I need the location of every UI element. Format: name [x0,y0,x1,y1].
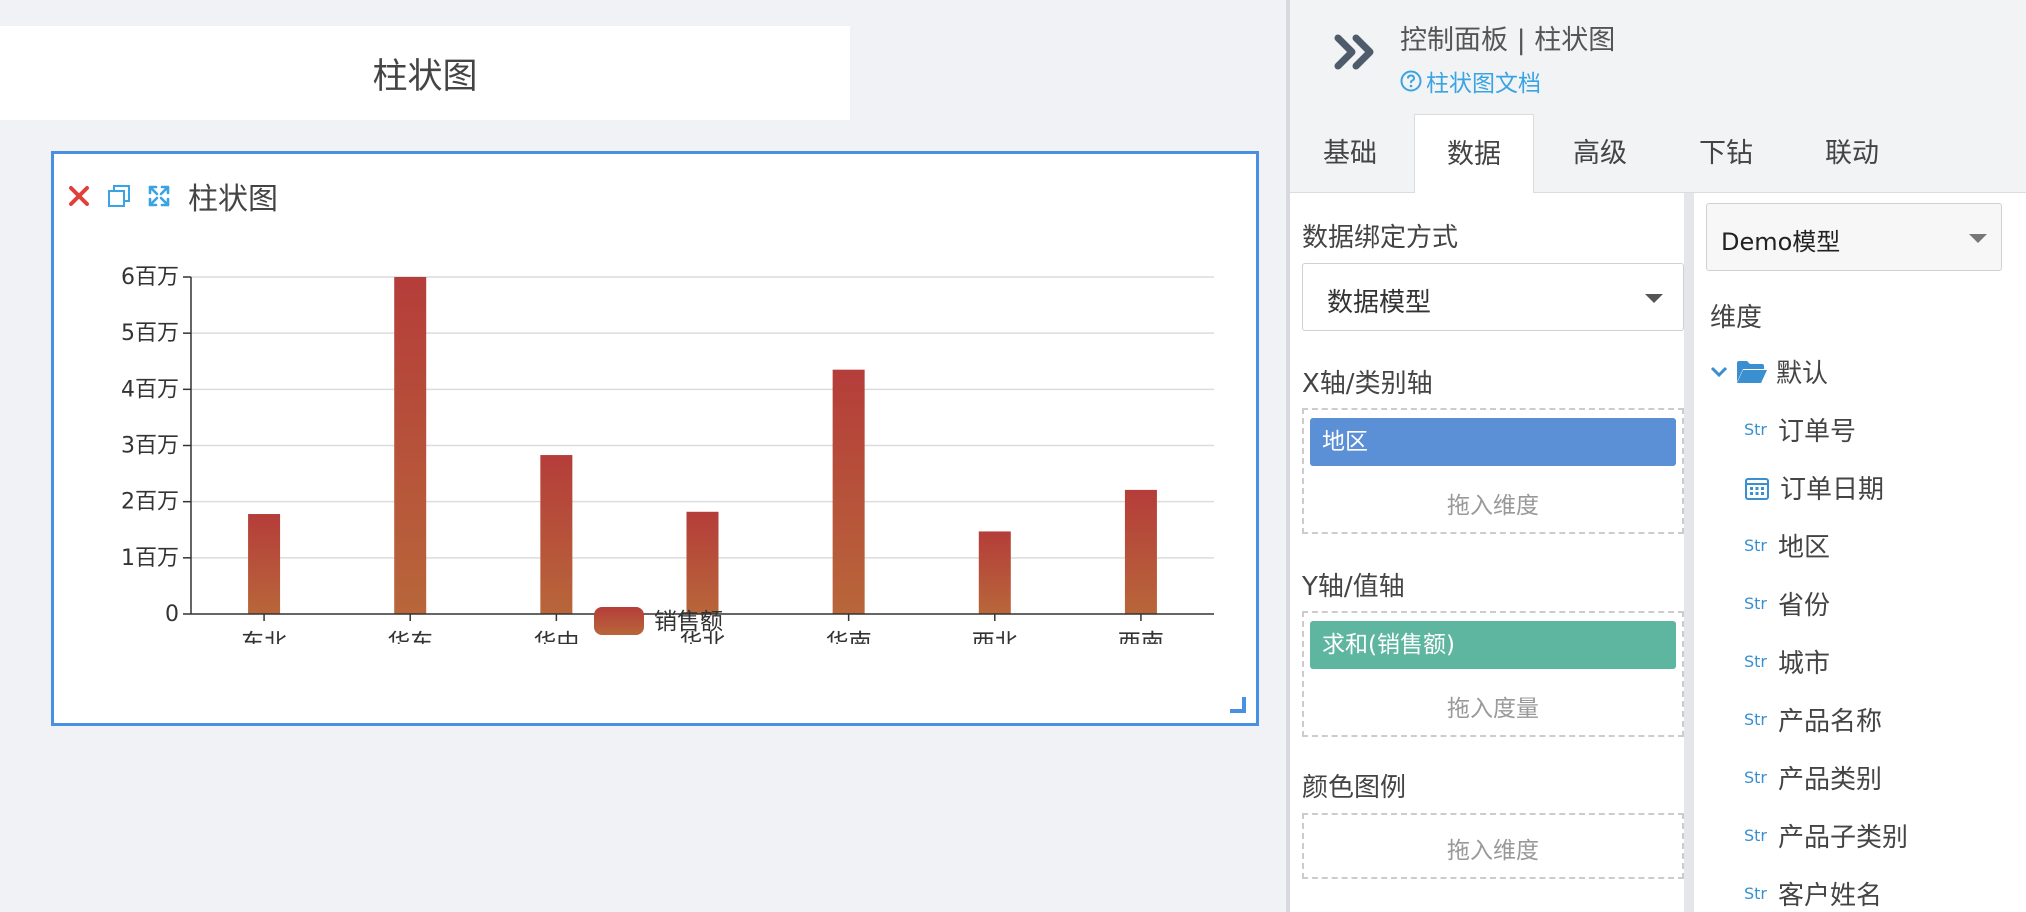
field-item[interactable]: Str 产品子类别 [1744,817,1908,854]
tab-basic[interactable]: 基础 [1290,114,1410,192]
field-label: 订单号 [1778,417,1857,447]
control-panel: 控制面板 | 柱状图 柱状图文档 基础 数据 高级 下钻 联动 数据绑定方式 数… [1290,0,2026,912]
string-type-icon: Str [1744,420,1768,439]
widget-header: 柱状图 [66,174,278,218]
field-label: 产品名称 [1778,707,1883,737]
caret-down-icon [1645,294,1663,303]
string-type-icon: Str [1744,652,1768,671]
x-tick-label: 西北 [972,630,1018,644]
resize-handle[interactable] [1230,697,1246,713]
binding-label: 数据绑定方式 [1302,223,1459,253]
color-legend-label: 颜色图例 [1302,773,1407,803]
x-axis-hint: 拖入维度 [1447,493,1539,519]
x-tick-label: 西南 [1118,630,1164,644]
field-item[interactable]: Str 城市 [1744,643,1830,680]
close-icon[interactable] [66,183,92,209]
y-axis-chip[interactable]: 求和(销售额) [1310,621,1676,669]
doc-link-label: 柱状图文档 [1426,71,1541,97]
tab-drilldown[interactable]: 下钻 [1666,114,1786,192]
fullscreen-icon[interactable] [146,183,172,209]
bar [832,369,865,614]
help-circle-icon [1400,70,1422,92]
string-type-icon: Str [1744,768,1768,787]
bar [978,531,1011,614]
x-axis-dropzone[interactable]: 地区 拖入维度 [1302,408,1684,534]
field-label: 城市 [1778,649,1831,679]
model-fields-section: Demo模型 维度 默认 Str 订单号 订单日期 Str 地区 Str 省份 Str 城市 St… [1694,193,2026,912]
page-title-card[interactable]: 柱状图 [0,26,850,120]
field-item[interactable]: 订单日期 [1744,469,1884,506]
bar [394,277,427,614]
y-tick-label: 0 [165,602,179,627]
data-binding-section: 数据绑定方式 数据模型 X轴/类别轴 地区 拖入维度 Y轴/值轴 求和(销售额)… [1290,193,1694,912]
field-item[interactable]: Str 客户姓名 [1744,875,1882,912]
y-tick-label: 4百万 [121,377,179,402]
string-type-icon: Str [1744,536,1768,555]
chevron-down-icon [1710,366,1728,377]
bar [248,514,281,614]
page-title: 柱状图 [372,56,478,97]
y-tick-label: 6百万 [121,265,179,290]
widget-title: 柱状图 [188,182,278,217]
y-axis-label: Y轴/值轴 [1302,572,1405,602]
dashboard-canvas: 柱状图 柱状图 0 1百万 2百万 3百万 4百万 5百万 6百万东北 华东 华… [0,0,1286,912]
chart-widget[interactable]: 柱状图 0 1百万 2百万 3百万 4百万 5百万 6百万 东北 华东 华中 华北 华南 西北 西南 销售… [51,151,1259,726]
bar [1124,489,1157,614]
string-type-icon: Str [1744,710,1768,729]
folder-default[interactable]: 默认 [1710,353,1828,390]
doc-link[interactable]: 柱状图文档 [1400,64,1541,98]
tab-advanced[interactable]: 高级 [1540,114,1660,192]
bar [686,511,719,614]
copy-icon[interactable] [106,183,132,209]
tab-linkage[interactable]: 联动 [1792,114,1912,192]
field-item[interactable]: Str 产品类别 [1744,759,1882,796]
folder-label: 默认 [1776,359,1829,389]
y-axis-dropzone[interactable]: 求和(销售额) 拖入度量 [1302,611,1684,737]
field-item[interactable]: Str 地区 [1744,527,1830,564]
color-legend-dropzone[interactable]: 拖入维度 [1302,813,1684,879]
field-label: 客户姓名 [1778,881,1883,911]
string-type-icon: Str [1744,884,1768,903]
x-tick-label: 东北 [241,630,287,644]
model-select[interactable]: Demo模型 [1706,203,2002,271]
legend-swatch [594,607,644,635]
y-tick-label: 1百万 [121,546,179,571]
field-item[interactable]: Str 产品名称 [1744,701,1882,738]
x-tick-label: 华中 [533,630,579,644]
field-item[interactable]: Str 省份 [1744,585,1830,622]
y-axis-hint: 拖入度量 [1447,696,1539,722]
model-select-value: Demo模型 [1721,228,1841,256]
string-type-icon: Str [1744,826,1768,845]
field-label: 地区 [1778,533,1831,563]
y-tick-label: 2百万 [121,490,179,515]
calendar-icon [1745,477,1769,500]
field-item[interactable]: Str 订单号 [1744,411,1856,448]
binding-select-value: 数据模型 [1327,288,1432,318]
x-axis-chip[interactable]: 地区 [1310,418,1676,466]
bar [540,455,573,614]
field-label: 省份 [1778,591,1831,621]
binding-select[interactable]: 数据模型 [1302,263,1684,331]
field-label: 产品子类别 [1778,823,1909,853]
field-label: 订单日期 [1780,475,1885,505]
collapse-panel-icon[interactable] [1332,30,1380,74]
string-type-icon: Str [1744,594,1768,613]
x-axis-label: X轴/类别轴 [1302,369,1433,399]
x-tick-label: 华南 [826,630,872,644]
panel-title: 控制面板 | 柱状图 [1400,25,1616,56]
y-tick-label: 3百万 [121,434,179,459]
tab-data[interactable]: 数据 [1414,114,1534,194]
y-tick-label: 5百万 [121,321,179,346]
x-tick-label: 华东 [387,630,433,644]
panel-header: 控制面板 | 柱状图 柱状图文档 [1290,0,2026,114]
field-label: 产品类别 [1778,765,1883,795]
color-legend-hint: 拖入维度 [1447,838,1539,864]
bar-chart: 01百万2百万3百万4百万5百万6百万东北 华东 华中 华北 华南 西北 西南 销售额 [121,265,1214,644]
folder-open-icon [1737,360,1767,383]
caret-down-icon [1969,234,1987,243]
dimension-label: 维度 [1710,303,1763,333]
legend-label: 销售额 [654,609,723,635]
panel-tabs: 基础 数据 高级 下钻 联动 [1290,114,2026,194]
